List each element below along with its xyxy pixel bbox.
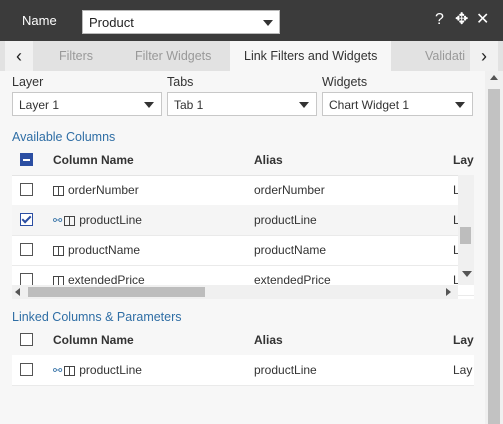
select-all-checkbox[interactable] [20, 153, 33, 166]
chevron-down-icon [144, 102, 154, 108]
column-alias: productLine [254, 213, 317, 227]
scrollbar-thumb[interactable] [488, 89, 500, 424]
linked-columns-table: Column Name Alias Lay ⚯ productLine produ… [12, 325, 474, 424]
scroll-left-icon[interactable] [15, 288, 20, 296]
column-name: productName [68, 243, 141, 257]
link-icon: ⚯ [53, 215, 63, 227]
dialog-header: Name Product ? ✥ ✕ [0, 0, 503, 41]
column-name: productLine [79, 213, 142, 227]
tabs-label: Tabs [167, 75, 194, 89]
table-header: Column Name Alias Lay [12, 325, 474, 356]
close-icon[interactable]: ✕ [476, 11, 489, 29]
layer-label: Layer [12, 75, 44, 89]
tabs-select-value: Tab 1 [174, 98, 204, 112]
name-select-value: Product [89, 15, 134, 30]
panel-vertical-scrollbar[interactable] [485, 71, 503, 424]
column-name: productLine [79, 363, 142, 377]
column-header-layer: Lay [453, 333, 474, 347]
scroll-up-icon[interactable] [490, 75, 498, 80]
column-layer: Lay [453, 363, 473, 377]
link-icon: ⚯ [53, 365, 63, 377]
name-label: Name [22, 13, 57, 28]
column-header-alias: Alias [254, 153, 283, 167]
column-alias: orderNumber [254, 183, 325, 197]
widgets-select-value: Chart Widget 1 [329, 98, 410, 112]
scrollbar-thumb[interactable] [460, 227, 471, 244]
column-alias: productLine [254, 363, 317, 377]
available-columns-table: Column Name Alias Lay orderNumber orderN… [12, 145, 474, 299]
tabs-select[interactable]: Tab 1 [167, 92, 317, 116]
column-name: orderNumber [68, 183, 139, 197]
column-header-name: Column Name [53, 153, 134, 167]
available-vertical-scrollbar[interactable] [458, 175, 474, 285]
table-row[interactable]: ⚯ productLine productLine L [12, 205, 474, 236]
row-checkbox[interactable] [20, 243, 33, 256]
column-header-name: Column Name [53, 333, 134, 347]
tab-filters[interactable]: Filters [59, 49, 93, 63]
chevron-down-icon [263, 20, 273, 26]
row-checkbox[interactable] [20, 213, 33, 226]
tab-strip: ‹ Filters Filter Widgets Link Filters an… [0, 41, 503, 72]
column-alias: productName [254, 243, 327, 257]
tab-validation[interactable]: Validati [425, 49, 467, 63]
tab-link-filters-and-widgets[interactable]: Link Filters and Widgets [230, 41, 392, 71]
link-filters-panel: Layer Tabs Widgets Layer 1 Tab 1 Chart W… [0, 71, 485, 424]
help-icon[interactable]: ? [435, 11, 444, 29]
tab-scroll-left-button[interactable]: ‹ [5, 41, 33, 71]
available-horizontal-scrollbar[interactable] [12, 285, 458, 299]
table-column-icon [53, 185, 64, 196]
chevron-down-icon [455, 102, 465, 108]
name-select[interactable]: Product [82, 10, 280, 34]
table-row[interactable]: ⚯ productLine productLine Lay [12, 355, 474, 386]
table-column-icon [64, 365, 76, 376]
row-checkbox[interactable] [20, 183, 33, 196]
layer-select[interactable]: Layer 1 [12, 92, 162, 116]
widgets-label: Widgets [322, 75, 368, 89]
row-checkbox[interactable] [20, 363, 33, 376]
table-column-icon [53, 245, 64, 256]
linked-columns-title: Linked Columns & Parameters [12, 310, 182, 324]
widgets-select[interactable]: Chart Widget 1 [322, 92, 473, 116]
table-row[interactable]: orderNumber orderNumber L [12, 175, 474, 206]
move-icon[interactable]: ✥ [455, 11, 468, 29]
table-header: Column Name Alias Lay [12, 145, 474, 176]
table-row[interactable]: productName productName L [12, 235, 474, 266]
column-header-alias: Alias [254, 333, 283, 347]
available-columns-title: Available Columns [12, 130, 116, 144]
tab-filter-widgets[interactable]: Filter Widgets [135, 49, 211, 63]
column-header-layer: Lay [453, 153, 474, 167]
tab-scroll-right-button[interactable]: › [470, 41, 498, 71]
scrollbar-thumb[interactable] [28, 287, 205, 297]
scroll-right-icon[interactable] [446, 288, 451, 296]
select-all-checkbox[interactable] [20, 333, 33, 346]
scroll-down-icon[interactable] [462, 271, 472, 277]
layer-select-value: Layer 1 [19, 98, 60, 112]
table-column-icon [64, 215, 76, 226]
chevron-down-icon [299, 102, 309, 108]
